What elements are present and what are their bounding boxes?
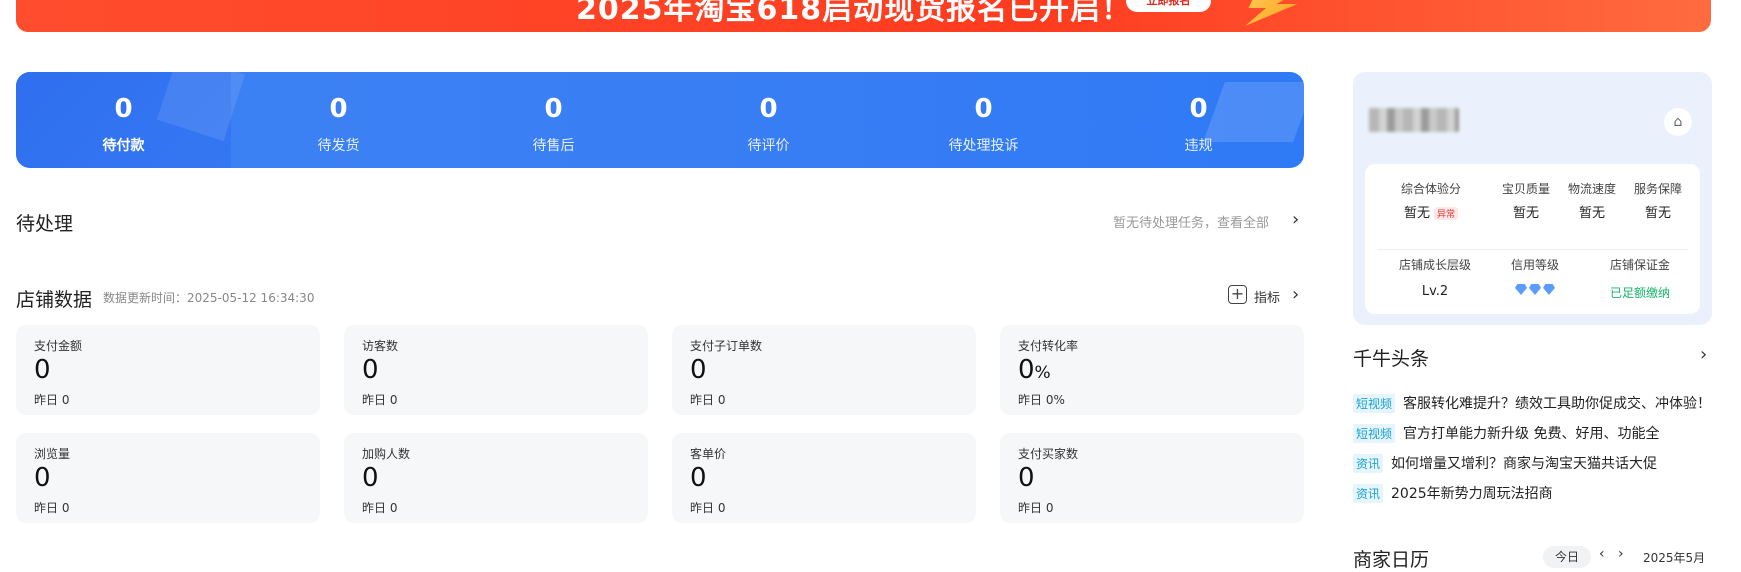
metric-card-avg-order-value[interactable]: 客单价 0 昨日 0 bbox=[672, 433, 976, 523]
score-value: 暂无 bbox=[1578, 206, 1605, 221]
metric-card-page-views[interactable]: 浏览量 0 昨日 0 bbox=[16, 433, 320, 523]
indicator-button[interactable]: 指标 bbox=[1254, 287, 1280, 306]
storefront-icon[interactable]: ⌂ bbox=[1664, 108, 1692, 136]
credit-level-label: 信用等级 bbox=[1510, 258, 1559, 272]
chevron-right-icon[interactable]: › bbox=[1292, 209, 1299, 230]
chevron-right-icon[interactable]: › bbox=[1292, 284, 1299, 305]
promo-banner[interactable]: 2025年淘宝618启动现货报名已开启！ 立即报名 bbox=[16, 0, 1711, 32]
order-status-bar: 0 待付款 0 待发货 0 待售后 0 待评价 0 待处理投诉 0 违规 bbox=[16, 72, 1304, 168]
metric-value: 0 bbox=[34, 355, 51, 385]
metric-label: 浏览量 bbox=[34, 447, 71, 461]
status-label: 待付款 bbox=[102, 138, 145, 154]
headline-text: 官方打单能力新升级 免费、好用、功能全 bbox=[1403, 426, 1660, 442]
status-item-pending-review[interactable]: 0 待评价 bbox=[661, 72, 876, 168]
status-count: 0 bbox=[329, 94, 348, 124]
deposit-status[interactable]: 已足额缴纳 bbox=[1590, 284, 1690, 301]
metric-card-visitors[interactable]: 访客数 0 昨日 0 bbox=[344, 325, 648, 415]
headline-item[interactable]: 资讯 如何增量又增利？商家与淘宝天猫共话大促 bbox=[1353, 453, 1657, 473]
headline-item[interactable]: 短视频 客服转化难提升？绩效工具助你促成交、冲体验！ bbox=[1353, 393, 1711, 413]
status-label: 待售后 bbox=[532, 138, 575, 154]
metric-label: 支付金额 bbox=[34, 339, 83, 353]
store-data-title: 店铺数据 bbox=[16, 289, 93, 311]
status-count: 0 bbox=[114, 94, 133, 124]
status-count: 0 bbox=[1189, 94, 1208, 124]
metric-value: 0 bbox=[362, 355, 379, 385]
update-time: 数据更新时间：2025-05-12 16:34:30 bbox=[103, 291, 315, 305]
metric-prev: 昨日 0 bbox=[34, 501, 70, 515]
growth-level-label: 店铺成长层级 bbox=[1398, 258, 1471, 272]
score-label: 宝贝质量 bbox=[1501, 182, 1550, 196]
status-item-pending-shipment[interactable]: 0 待发货 bbox=[231, 72, 446, 168]
headline-text: 客服转化难提升？绩效工具助你促成交、冲体验！ bbox=[1403, 396, 1712, 412]
metric-label: 加购人数 bbox=[362, 447, 411, 461]
add-indicator-icon[interactable]: + bbox=[1228, 285, 1247, 304]
status-item-pending-payment[interactable]: 0 待付款 bbox=[16, 72, 231, 168]
status-count: 0 bbox=[544, 94, 563, 124]
metric-value: 0% bbox=[1018, 355, 1051, 385]
score-value: 暂无 bbox=[1512, 206, 1539, 221]
metric-prev: 昨日 0 bbox=[1018, 501, 1054, 515]
banner-title: 2025年淘宝618启动现货报名已开启！ bbox=[576, 0, 1133, 27]
status-item-violations[interactable]: 0 违规 bbox=[1091, 72, 1304, 168]
metric-value: 0 bbox=[690, 355, 707, 385]
status-label: 待处理投诉 bbox=[948, 138, 1019, 154]
calendar-title: 商家日历 bbox=[1353, 549, 1430, 571]
status-label: 待发货 bbox=[317, 138, 360, 154]
headline-tag: 短视频 bbox=[1353, 394, 1396, 413]
status-count: 0 bbox=[974, 94, 993, 124]
score-label: 物流速度 bbox=[1567, 182, 1616, 196]
metric-label: 客单价 bbox=[690, 447, 727, 461]
status-label: 违规 bbox=[1184, 138, 1213, 154]
score-label: 服务保障 bbox=[1633, 182, 1682, 196]
headline-text: 如何增量又增利？商家与淘宝天猫共话大促 bbox=[1391, 456, 1658, 472]
metric-label: 支付子订单数 bbox=[690, 339, 763, 353]
status-item-complaints[interactable]: 0 待处理投诉 bbox=[876, 72, 1091, 168]
headline-tag: 短视频 bbox=[1353, 424, 1396, 443]
score-value: 暂无 异常 bbox=[1381, 202, 1481, 221]
metric-prev: 昨日 0 bbox=[34, 393, 70, 407]
metric-label: 支付买家数 bbox=[1018, 447, 1079, 461]
metric-value: 0 bbox=[34, 463, 51, 493]
metric-prev: 昨日 0% bbox=[1018, 393, 1065, 407]
metric-value: 0 bbox=[362, 463, 379, 493]
metric-value: 0 bbox=[1018, 463, 1035, 493]
headline-tag: 资讯 bbox=[1353, 454, 1384, 473]
metric-prev: 昨日 0 bbox=[690, 393, 726, 407]
credit-diamonds-icon bbox=[1495, 284, 1575, 299]
calendar-today-button[interactable]: 今日 bbox=[1543, 546, 1591, 568]
metric-card-payment-amount[interactable]: 支付金额 0 昨日 0 bbox=[16, 325, 320, 415]
metric-prev: 昨日 0 bbox=[362, 501, 398, 515]
metric-card-paying-buyers[interactable]: 支付买家数 0 昨日 0 bbox=[1000, 433, 1304, 523]
metric-label: 支付转化率 bbox=[1018, 339, 1079, 353]
metric-prev: 昨日 0 bbox=[362, 393, 398, 407]
metric-card-add-to-cart[interactable]: 加购人数 0 昨日 0 bbox=[344, 433, 648, 523]
metric-prev: 昨日 0 bbox=[690, 501, 726, 515]
deposit-label: 店铺保证金 bbox=[1609, 258, 1670, 272]
headline-text: 2025年新势力周玩法招商 bbox=[1391, 486, 1553, 502]
shop-name-redacted bbox=[1369, 108, 1459, 132]
chevron-right-icon[interactable]: › bbox=[1700, 344, 1707, 365]
headlines-title: 千牛头条 bbox=[1353, 348, 1430, 370]
banner-signup-button[interactable]: 立即报名 bbox=[1126, 0, 1211, 12]
lightning-icon bbox=[1245, 0, 1308, 26]
status-label: 待评价 bbox=[747, 138, 790, 154]
shop-info-panel: ⌂ 综合体验分 暂无 异常 宝贝质量 暂无 物流速度 暂无 服务保障 暂无 店铺成… bbox=[1353, 72, 1712, 325]
metric-label: 访客数 bbox=[362, 339, 399, 353]
headline-tag: 资讯 bbox=[1353, 484, 1384, 503]
growth-level-value: Lv.2 bbox=[1421, 284, 1449, 299]
anomaly-badge: 异常 bbox=[1434, 207, 1459, 220]
calendar-month: 2025年5月 bbox=[1643, 551, 1706, 565]
score-label: 综合体验分 bbox=[1400, 182, 1461, 196]
metric-card-conversion-rate[interactable]: 支付转化率 0% 昨日 0% bbox=[1000, 325, 1304, 415]
score-value: 暂无 bbox=[1644, 206, 1671, 221]
pending-title: 待处理 bbox=[16, 213, 74, 235]
metric-value: 0 bbox=[690, 463, 707, 493]
headline-item[interactable]: 短视频 官方打单能力新升级 免费、好用、功能全 bbox=[1353, 423, 1659, 443]
headline-item[interactable]: 资讯 2025年新势力周玩法招商 bbox=[1353, 483, 1553, 503]
pending-view-all-link[interactable]: 暂无待处理任务，查看全部 bbox=[1113, 212, 1269, 231]
metric-card-sub-orders[interactable]: 支付子订单数 0 昨日 0 bbox=[672, 325, 976, 415]
shop-scores-card: 综合体验分 暂无 异常 宝贝质量 暂无 物流速度 暂无 服务保障 暂无 店铺成长层… bbox=[1365, 164, 1700, 314]
status-count: 0 bbox=[759, 94, 778, 124]
status-item-after-sales[interactable]: 0 待售后 bbox=[446, 72, 661, 168]
